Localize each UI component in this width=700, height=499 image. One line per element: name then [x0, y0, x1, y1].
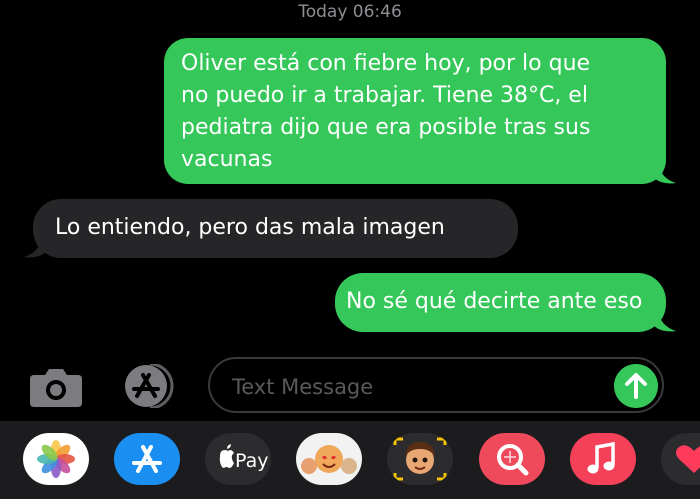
digital-touch-icon	[676, 445, 700, 473]
music-app-button[interactable]	[570, 433, 636, 485]
app-store-icon[interactable]	[118, 364, 178, 408]
message-line: pediatra dijo que era posible tras sus	[181, 115, 591, 140]
outgoing-message-bubble[interactable]: Oliver está con fiebre hoy, por lo que n…	[164, 38, 676, 184]
message-line: no puedo ir a trabajar. Tiene 38°C, el	[181, 83, 588, 108]
digital-touch-app-button[interactable]	[661, 433, 700, 485]
message-line: Oliver está con fiebre hoy, por lo que	[181, 51, 591, 76]
photos-app-button[interactable]	[23, 433, 89, 485]
apple-pay-icon: Pay	[219, 444, 269, 472]
incoming-message-bubble[interactable]: Lo entiendo, pero das mala imagen	[24, 199, 518, 258]
memoji-icon	[393, 437, 447, 481]
app-store-app-button[interactable]	[114, 433, 180, 485]
apple-pay-label: Pay	[235, 450, 269, 472]
image-search-app-button[interactable]	[479, 433, 545, 485]
camera-icon[interactable]	[30, 365, 82, 407]
send-arrow-icon[interactable]	[614, 364, 658, 408]
message-line: No sé qué decirte ante eso	[346, 289, 643, 314]
photos-icon	[37, 440, 75, 478]
message-input-field[interactable]	[208, 357, 664, 413]
memoji-app-button[interactable]	[387, 433, 453, 485]
bubble-tail	[654, 310, 676, 332]
bubble-tail	[24, 236, 46, 258]
music-icon	[587, 441, 615, 474]
app-store-icon	[132, 445, 162, 473]
app-drawer: Pay	[0, 421, 700, 499]
message-input[interactable]	[230, 369, 604, 405]
bubble-tail	[654, 162, 676, 184]
memoji-stickers-icon	[301, 445, 357, 474]
apple-pay-app-button[interactable]: Pay	[205, 433, 271, 485]
timestamp: Today 06:46	[298, 2, 402, 22]
message-line: vacunas	[181, 147, 273, 172]
image-search-icon	[497, 444, 529, 476]
memoji-stickers-app-button[interactable]	[296, 433, 362, 485]
outgoing-message-bubble[interactable]: No sé qué decirte ante eso	[335, 273, 676, 332]
message-line: Lo entiendo, pero das mala imagen	[55, 215, 445, 240]
